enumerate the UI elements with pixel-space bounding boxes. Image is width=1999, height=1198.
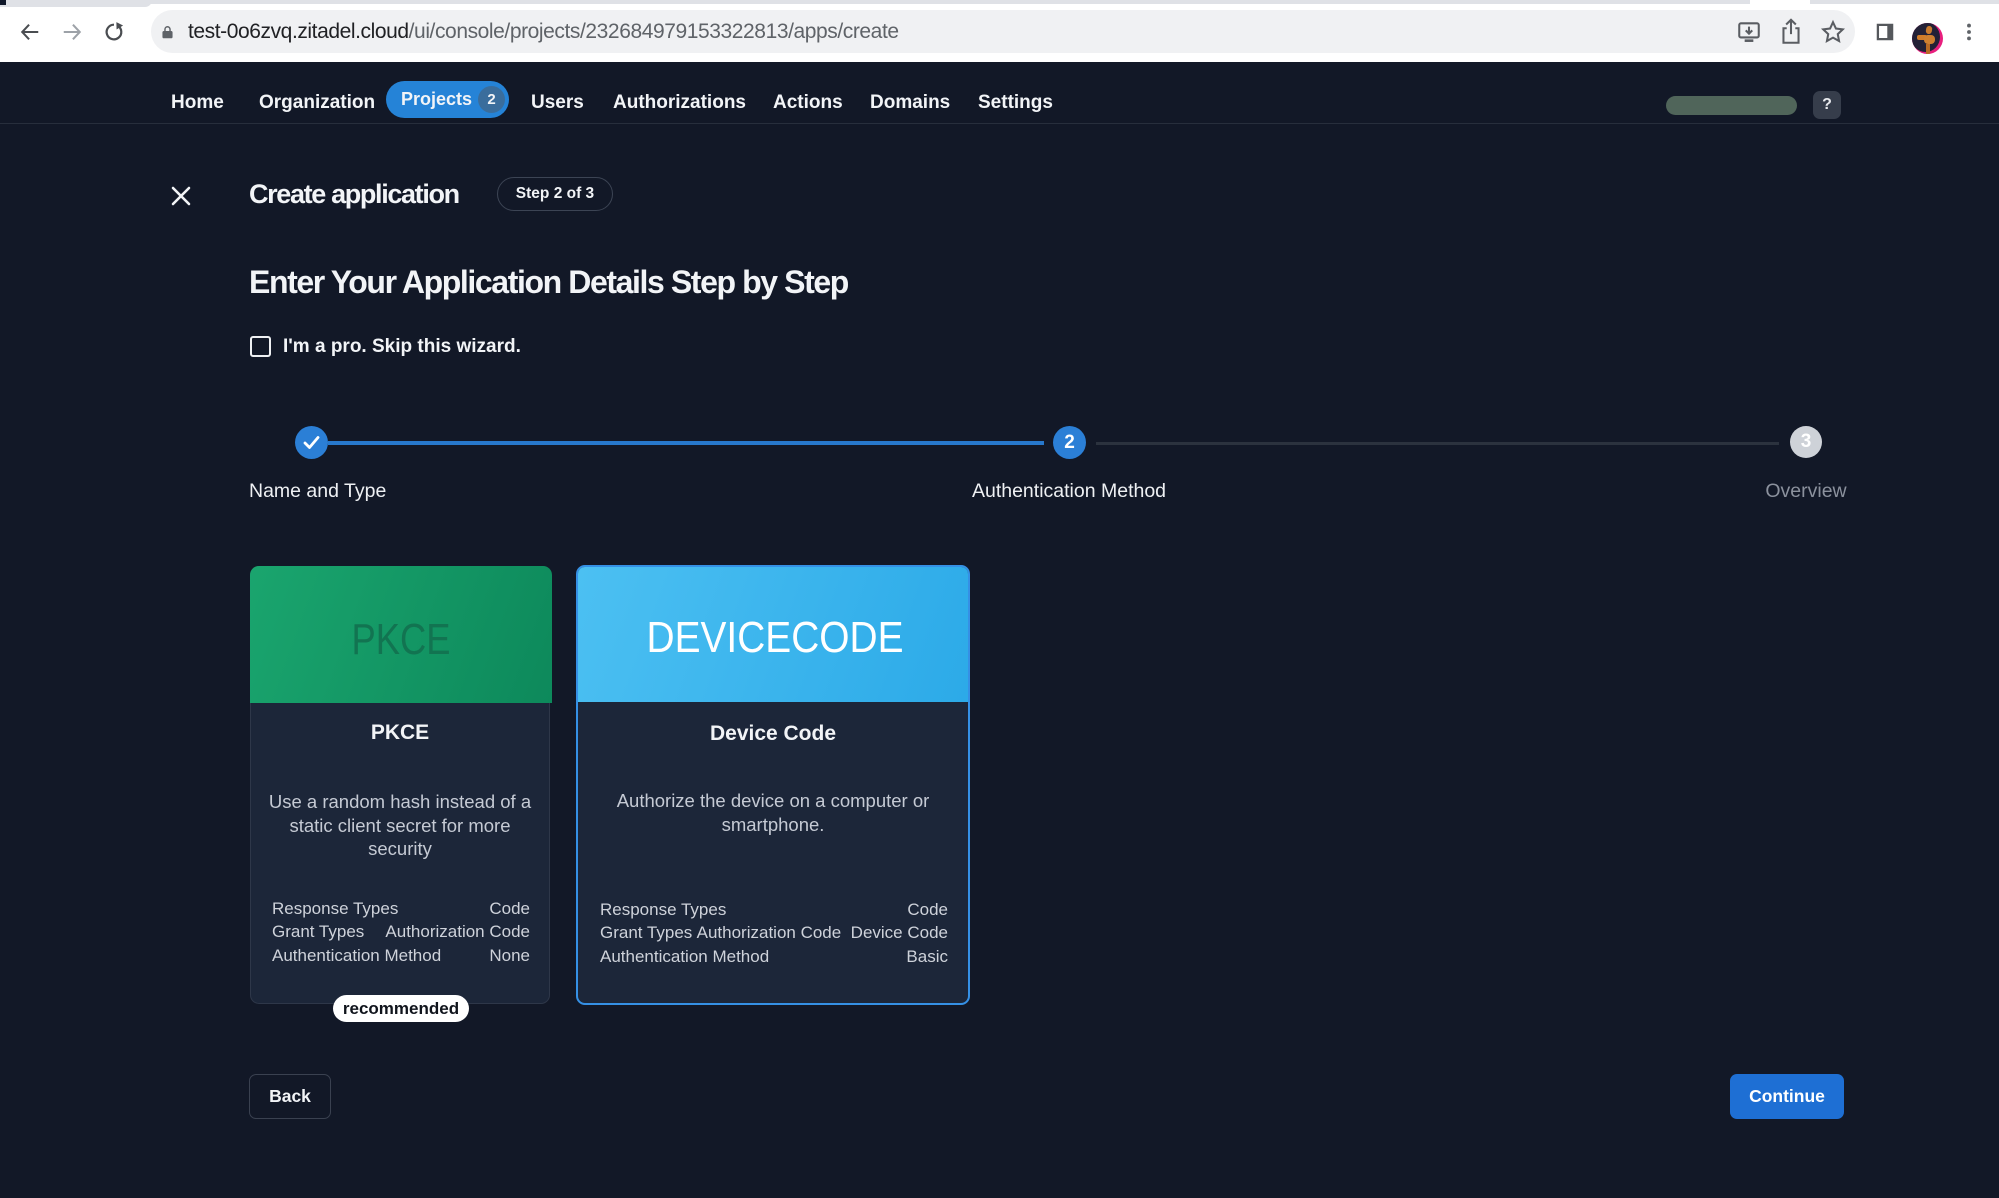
svg-text:PKCE: PKCE	[352, 615, 451, 664]
svg-text:DEVICECODE: DEVICECODE	[647, 613, 904, 662]
